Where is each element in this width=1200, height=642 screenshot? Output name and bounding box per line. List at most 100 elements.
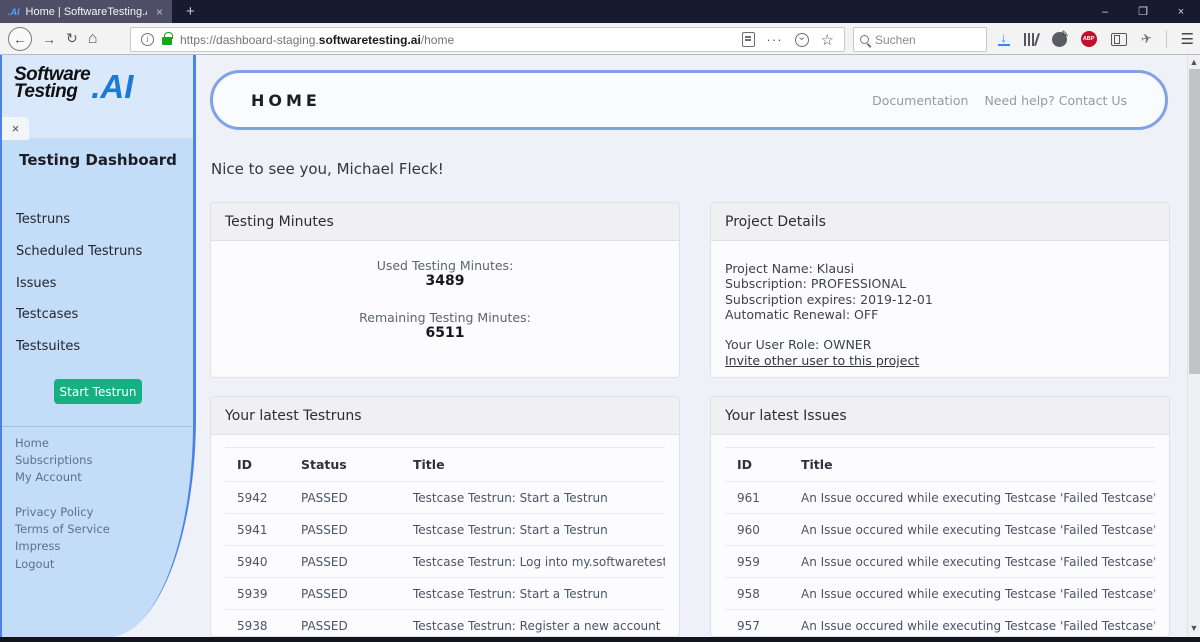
header-link[interactable]: Need help? Contact Us (984, 93, 1127, 108)
invite-user-link[interactable]: Invite other user to this project (725, 353, 919, 368)
close-button[interactable]: × (1162, 6, 1200, 18)
testrun-row[interactable]: 5941 PASSED Testcase Testrun: Start a Te… (225, 514, 665, 546)
issue-id: 960 (737, 522, 760, 537)
testrun-row[interactable]: 5939 PASSED Testcase Testrun: Start a Te… (225, 578, 665, 610)
issues-table: ID Title 961 An Issue occured while exec… (725, 447, 1155, 636)
reload-button[interactable]: ↻ (66, 30, 78, 47)
issue-row[interactable]: 961 An Issue occured while executing Tes… (725, 482, 1155, 514)
testrun-status: PASSED (301, 618, 348, 633)
toolbar-icons: ↓ ABP ✈ ☰ (997, 23, 1194, 55)
sidebar-nav-item[interactable]: Testruns (16, 204, 186, 236)
secure-lock-icon (162, 32, 173, 45)
page-actions-more-icon[interactable]: ··· (767, 32, 783, 47)
pointer-extension-icon[interactable]: ✈ (1139, 30, 1153, 48)
issues-table-header: ID Title (725, 448, 1155, 482)
back-button[interactable]: ← (8, 26, 32, 51)
page-info-icon[interactable]: i (141, 33, 154, 46)
card-title: Project Details (711, 203, 1169, 241)
start-testrun-button[interactable]: Start Testrun (54, 379, 142, 404)
column-header-title: Title (413, 457, 445, 472)
testrun-title: Testcase Testrun: Log into my.softwarete… (413, 554, 665, 569)
scroll-up-icon[interactable]: ▲ (1188, 57, 1200, 67)
tab-title: Home | SoftwareTesting.AI (25, 5, 147, 18)
softwaretesting-logo[interactable]: Software Testing .AI (14, 65, 133, 103)
scroll-down-icon[interactable]: ▼ (1188, 623, 1200, 633)
testrun-row[interactable]: 5942 PASSED Testcase Testrun: Start a Te… (225, 482, 665, 514)
column-header-id: ID (737, 457, 753, 472)
sidebar-link[interactable]: Home (15, 434, 92, 451)
sidebar-title: Testing Dashboard (19, 151, 177, 169)
latest-issues-card: Your latest Issues ID Title 961 An Issue… (710, 396, 1170, 637)
sidebar-nav: Testruns Scheduled Testruns Issues Testcase… (16, 204, 186, 362)
new-tab-button[interactable]: + (172, 0, 209, 23)
page-title: HOME (251, 90, 321, 110)
testrun-status: PASSED (301, 554, 348, 569)
sidebar: Software Testing .AI × Testing Dashboard… (0, 55, 196, 637)
sidebar-link[interactable]: Logout (15, 555, 110, 572)
sidebar-nav-item[interactable]: Testsuites (16, 331, 186, 363)
sidebar-logo-area: Software Testing .AI (2, 55, 193, 138)
remaining-minutes-label: Remaining Testing Minutes: (359, 310, 531, 325)
page-scrollbar[interactable]: ▲ ▼ (1187, 55, 1200, 637)
testrun-id: 5938 (237, 618, 268, 633)
back-icon: ← (13, 30, 27, 47)
library-icon[interactable] (1023, 32, 1040, 46)
browser-tab[interactable]: .AI Home | SoftwareTesting.AI × (0, 0, 172, 23)
reader-mode-icon[interactable] (741, 32, 755, 47)
card-title: Your latest Testruns (211, 397, 679, 435)
restore-button[interactable]: ❐ (1124, 5, 1162, 18)
issue-id: 958 (737, 586, 760, 601)
bookmark-star-icon[interactable]: ☆ (821, 31, 834, 49)
column-header-status: Status (301, 457, 347, 472)
sidebar-link[interactable]: Subscriptions (15, 451, 92, 468)
url-bar[interactable]: i https://dashboard-staging.softwaretest… (130, 27, 845, 52)
testrun-title: Testcase Testrun: Start a Testrun (413, 522, 608, 537)
scrollbar-thumb[interactable] (1189, 69, 1200, 374)
testruns-table-body: 5942 PASSED Testcase Testrun: Start a Te… (225, 482, 665, 636)
minimize-button[interactable]: – (1086, 6, 1124, 18)
extension-icon[interactable] (1051, 29, 1069, 47)
tab-close-icon[interactable]: × (153, 5, 166, 19)
issues-table-body: 961 An Issue occured while executing Tes… (725, 482, 1155, 636)
sidebar-link[interactable]: My Account (15, 469, 92, 486)
sidebar-link[interactable]: Impress (15, 538, 110, 555)
home-button[interactable]: ⌂ (88, 30, 98, 48)
logo-line2: Testing (14, 81, 78, 102)
testrun-status: PASSED (301, 586, 348, 601)
pocket-icon[interactable] (794, 30, 809, 47)
sidebar-nav-item[interactable]: Testcases (16, 299, 186, 331)
search-input[interactable] (875, 32, 965, 47)
issue-row[interactable]: 960 An Issue occured while executing Tes… (725, 514, 1155, 546)
sidebar-nav-item[interactable]: Scheduled Testruns (16, 236, 186, 268)
download-icon[interactable]: ↓ (997, 31, 1010, 46)
main-content: HOME Documentation Need help? Contact Us … (196, 55, 1187, 637)
project-detail-line: Automatic Renewal: OFF (725, 306, 879, 322)
sidebar-toggle-icon[interactable] (1110, 32, 1127, 46)
issue-row[interactable]: 958 An Issue occured while executing Tes… (725, 578, 1155, 610)
testrun-title: Testcase Testrun: Start a Testrun (413, 586, 608, 601)
url-text[interactable]: https://dashboard-staging.softwaretestin… (180, 33, 742, 47)
forward-button[interactable]: → (42, 31, 56, 47)
sidebar-collapse-button[interactable]: × (2, 117, 29, 140)
sidebar-link[interactable]: Privacy Policy (15, 503, 110, 520)
testrun-row[interactable]: 5940 PASSED Testcase Testrun: Log into m… (225, 546, 665, 578)
browser-search-box[interactable] (853, 27, 987, 52)
site-favicon: .AI (8, 6, 20, 17)
issue-row[interactable]: 959 An Issue occured while executing Tes… (725, 546, 1155, 578)
sidebar-links-secondary: Privacy Policy Terms of Service Impress Log… (15, 503, 110, 573)
testrun-title: Testcase Testrun: Register a new account (413, 618, 661, 633)
menu-icon[interactable]: ☰ (1181, 30, 1194, 48)
issue-title: An Issue occured while executing Testcas… (801, 618, 1155, 633)
testruns-table-header: ID Status Title (225, 448, 665, 482)
used-minutes-value: 3489 (425, 273, 465, 289)
testrun-row[interactable]: 5938 PASSED Testcase Testrun: Register a… (225, 610, 665, 636)
header-links: Documentation Need help? Contact Us (872, 93, 1127, 108)
issue-row[interactable]: 957 An Issue occured while executing Tes… (725, 610, 1155, 636)
search-icon (860, 35, 869, 44)
sidebar-link[interactable]: Terms of Service (15, 520, 110, 537)
sidebar-links-primary: Home Subscriptions My Account (15, 434, 92, 486)
sidebar-nav-item[interactable]: Issues (16, 267, 186, 299)
header-link[interactable]: Documentation (872, 93, 968, 108)
adblock-icon[interactable]: ABP (1080, 31, 1097, 47)
greeting-text: Nice to see you, Michael Fleck! (211, 160, 444, 178)
